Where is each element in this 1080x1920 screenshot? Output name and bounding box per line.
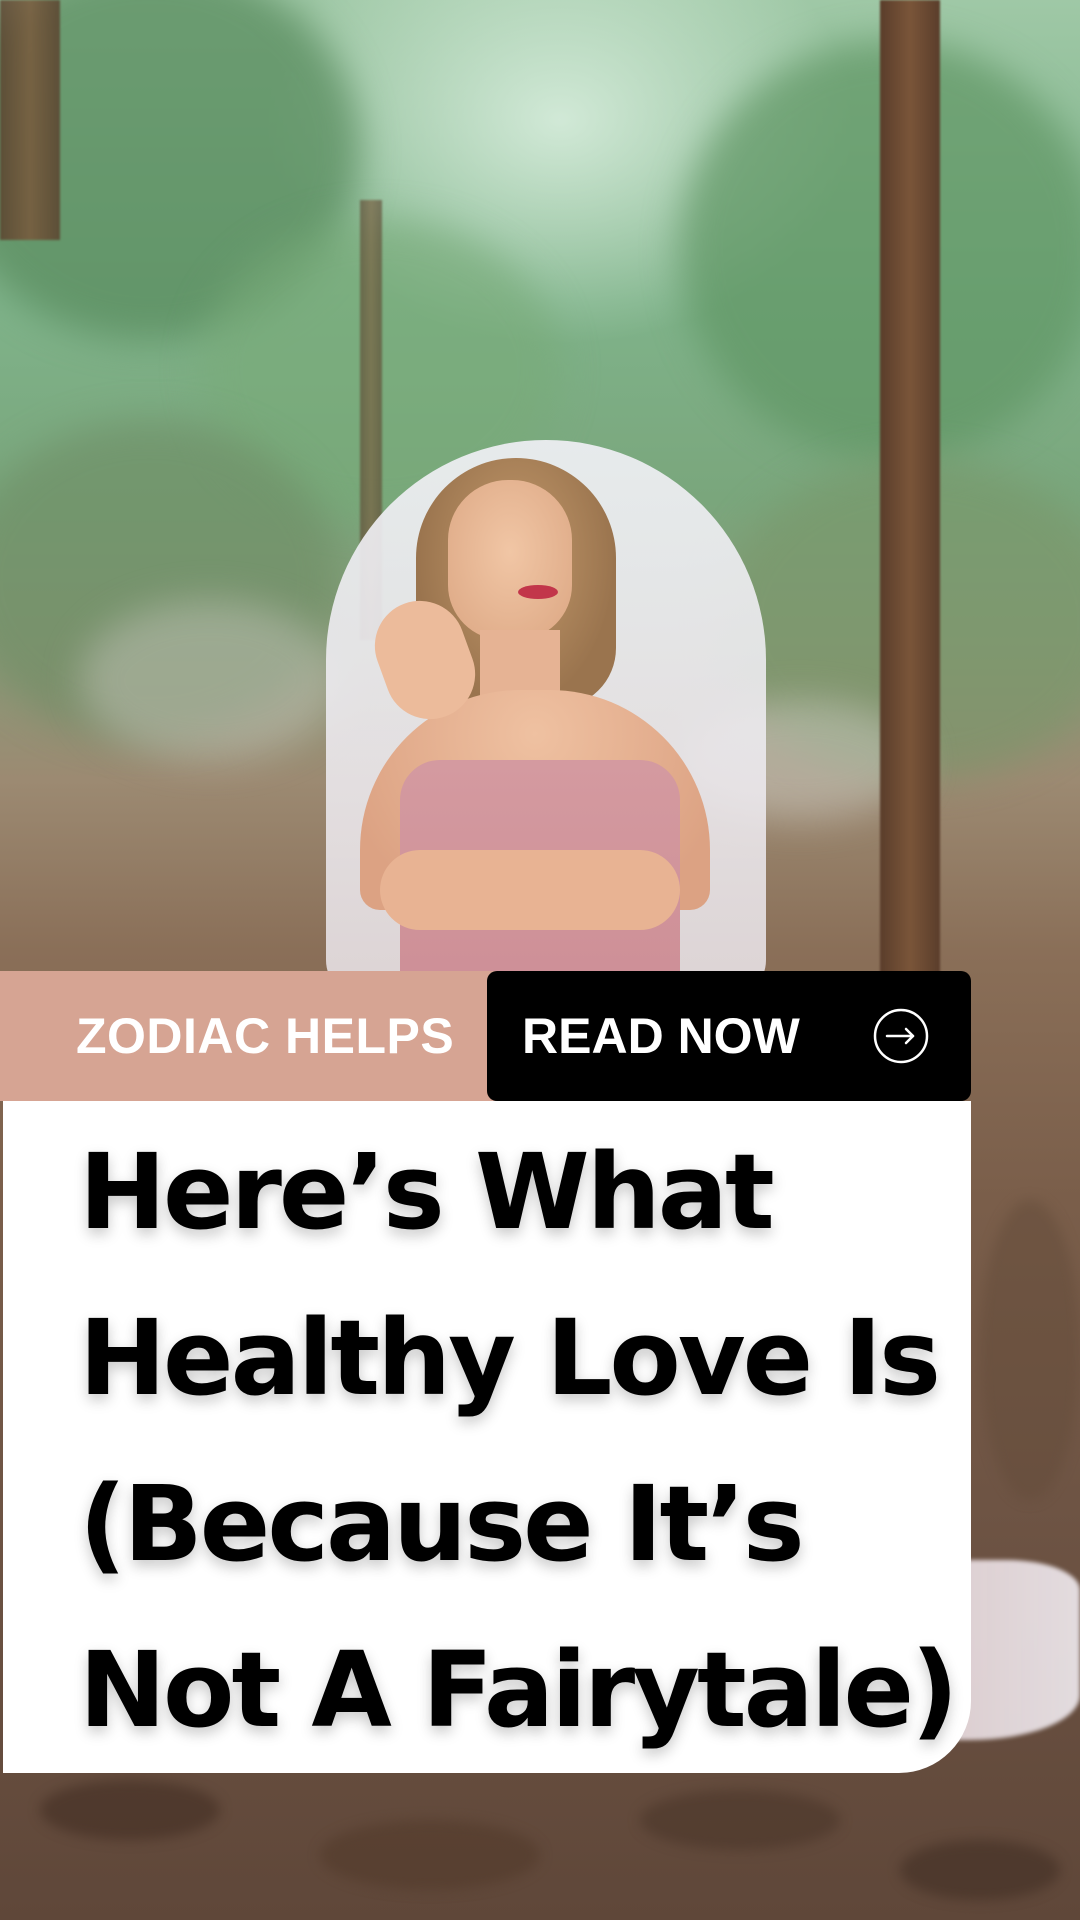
category-label: ZODIAC HELPS — [76, 1008, 455, 1064]
headline-line: Here’s What — [79, 1131, 775, 1253]
arrow-right-circle-icon — [873, 1008, 929, 1064]
category-tag[interactable]: ZODIAC HELPS — [0, 971, 500, 1101]
headline-line: Not A Fairytale) — [79, 1629, 959, 1751]
headline-line: Healthy Love Is — [79, 1297, 941, 1419]
headline: Here’s What Healthy Love Is (Because It’… — [79, 1109, 971, 1773]
headline-card[interactable]: Here’s What Healthy Love Is (Because It’… — [3, 1101, 971, 1773]
headline-line: (Because It’s — [79, 1463, 805, 1585]
read-now-label: READ NOW — [522, 1008, 800, 1064]
read-now-button[interactable]: READ NOW — [487, 971, 971, 1101]
